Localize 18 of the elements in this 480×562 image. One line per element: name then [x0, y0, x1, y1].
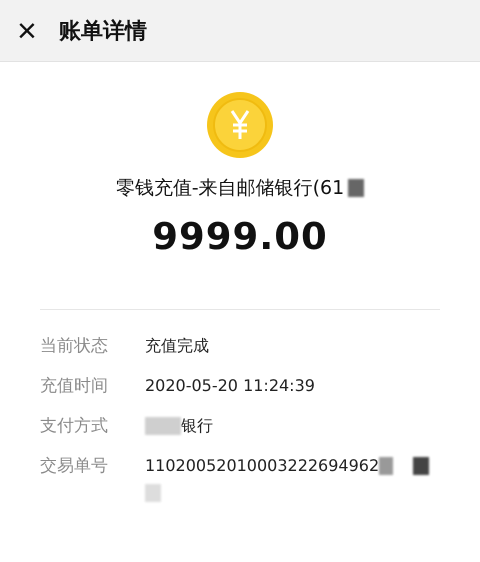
redaction-block — [145, 417, 181, 435]
redaction-block — [145, 484, 161, 502]
page-title: 账单详情 — [58, 18, 147, 46]
yuan-coin-icon — [206, 91, 274, 159]
detail-label: 支付方式 — [40, 415, 109, 438]
detail-label: 当前状态 — [40, 335, 109, 358]
detail-value: 11020052010003222694962 — [145, 455, 380, 477]
close-button[interactable]: × — [15, 14, 39, 48]
amount: 9999.00 — [152, 215, 328, 258]
redaction-block — [413, 457, 430, 475]
detail-value: 充值完成 — [145, 335, 210, 357]
detail-value: 银行 — [181, 415, 214, 437]
transaction-title: 零钱充值-来自邮储银行(61 — [116, 176, 344, 201]
detail-label: 充值时间 — [40, 375, 109, 398]
redaction-block — [348, 179, 364, 197]
detail-value: 2020-05-20 11:24:39 — [145, 375, 316, 397]
redaction-block — [379, 457, 394, 475]
detail-label: 交易单号 — [40, 455, 109, 478]
